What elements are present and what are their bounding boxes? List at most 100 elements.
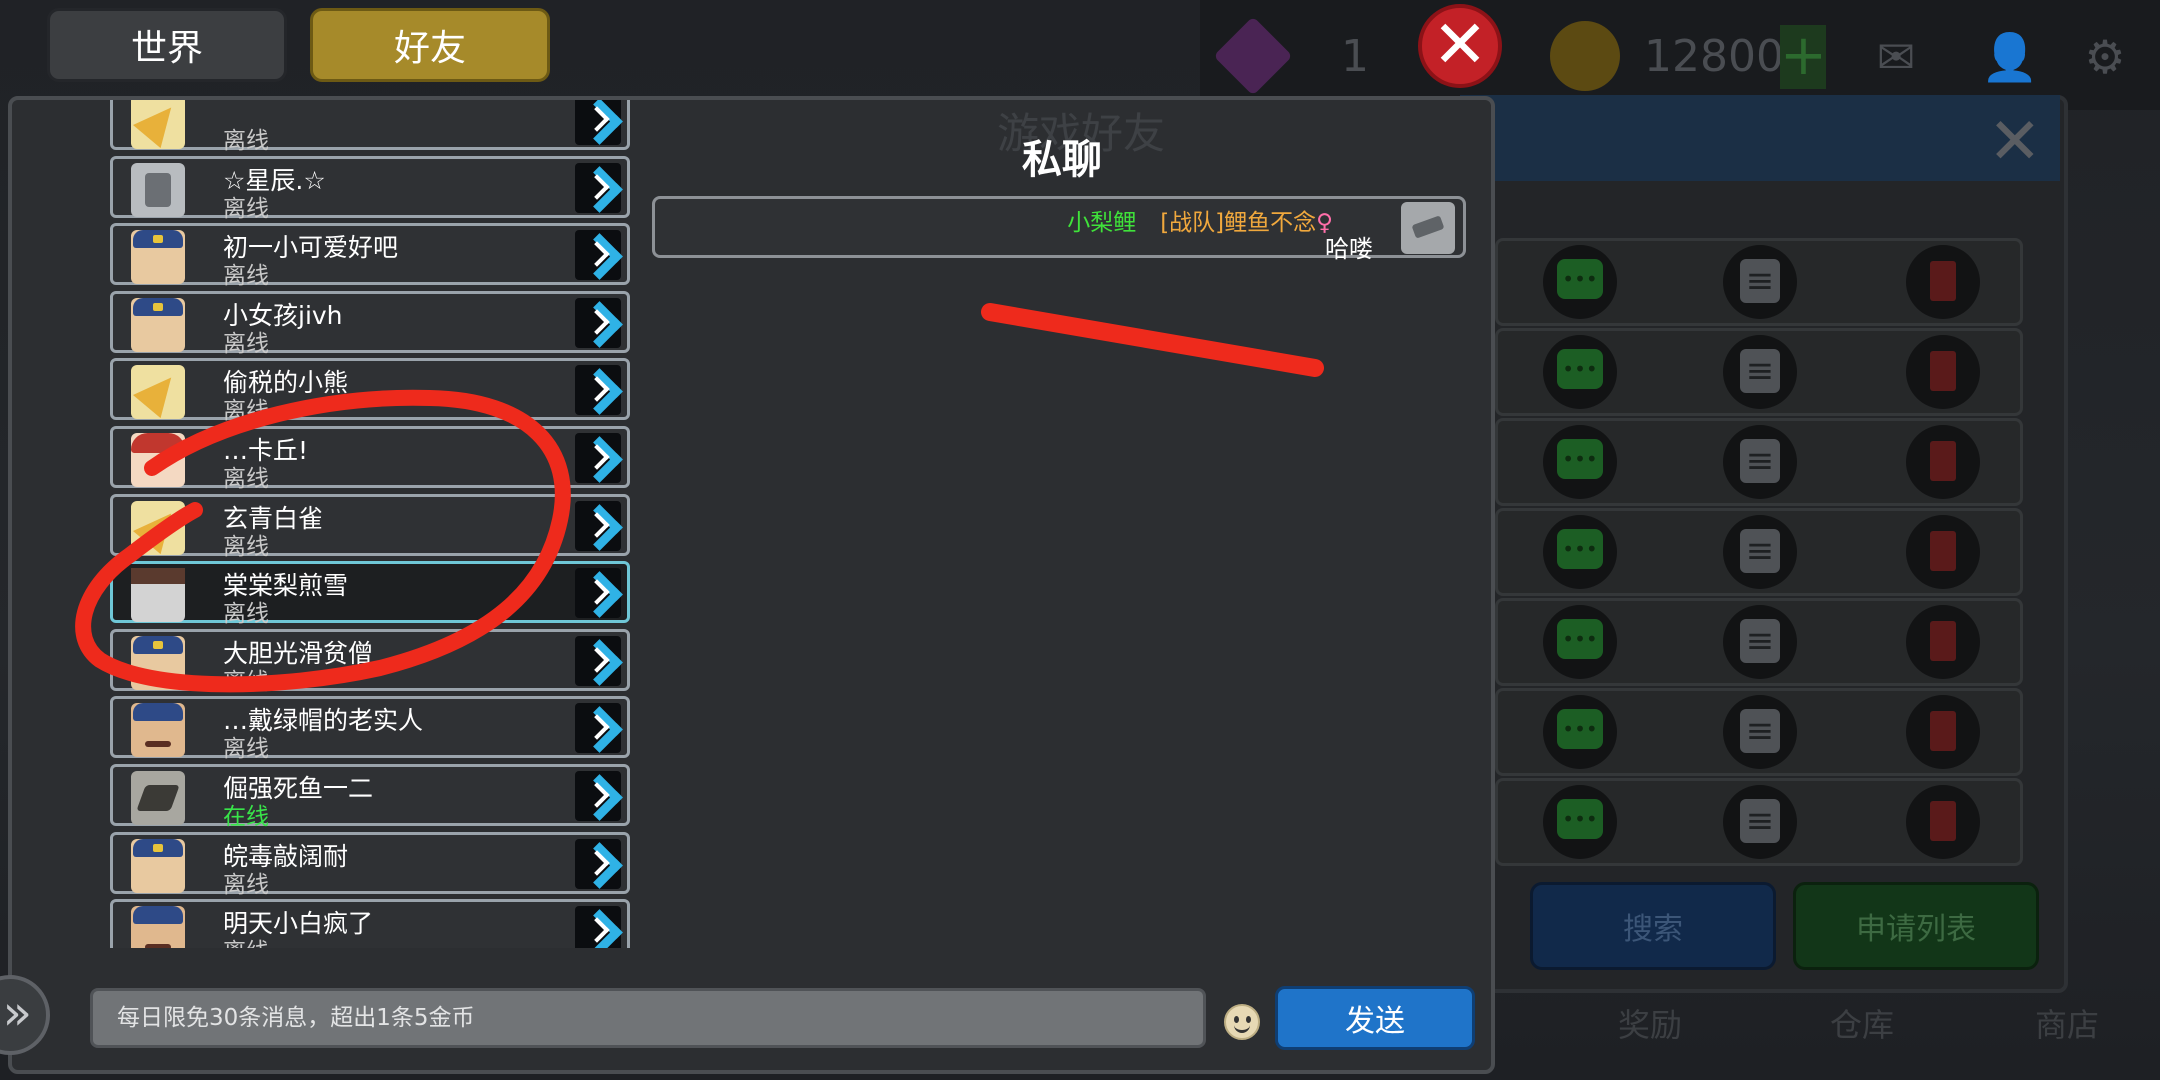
friend-status: 离线 bbox=[223, 932, 269, 948]
open-chat-arrow-icon[interactable] bbox=[575, 162, 621, 213]
friend-row[interactable]: ☆星辰.☆ 离线 bbox=[110, 155, 630, 222]
chat-message: 小梨鲤 [战队]鲤鱼不念♀ 哈喽 bbox=[652, 196, 1466, 263]
avatar-police-icon bbox=[131, 297, 185, 352]
add-coins-icon: + bbox=[1780, 23, 1827, 89]
list-icon bbox=[1723, 785, 1797, 859]
background-friend-row bbox=[1495, 508, 2023, 596]
sender-team: [战队]鲤鱼不念 bbox=[1160, 210, 1317, 236]
trash-icon bbox=[1906, 785, 1980, 859]
friend-status: 离线 bbox=[223, 330, 269, 357]
coin-icon bbox=[1550, 21, 1620, 91]
friend-status: 离线 bbox=[223, 736, 269, 763]
list-icon bbox=[1723, 245, 1797, 319]
open-chat-arrow-icon[interactable] bbox=[575, 906, 621, 948]
list-icon bbox=[1723, 695, 1797, 769]
background-friend-row bbox=[1495, 598, 2023, 686]
chat-bubble-icon bbox=[1543, 515, 1617, 589]
message-text: 哈喽 bbox=[1325, 235, 1373, 263]
friend-row[interactable]: 棠棠梨煎雪 离线 bbox=[110, 561, 630, 627]
friend-status: 离线 bbox=[223, 601, 269, 628]
avatar-mask-icon bbox=[131, 568, 185, 623]
background-nav-warehouse: 仓库 bbox=[1830, 1006, 1895, 1044]
open-chat-arrow-icon[interactable] bbox=[575, 100, 621, 145]
chat-title: 私聊 bbox=[1022, 137, 1102, 183]
sender-nickname[interactable]: 小梨鲤 bbox=[1067, 210, 1136, 236]
friend-status: 离线 bbox=[223, 668, 269, 695]
background-friend-row bbox=[1495, 238, 2023, 326]
background-friend-row bbox=[1495, 418, 2023, 506]
list-icon bbox=[1723, 605, 1797, 679]
sender-avatar[interactable] bbox=[1401, 202, 1455, 254]
list-icon bbox=[1723, 335, 1797, 409]
trash-icon bbox=[1906, 515, 1980, 589]
friend-status: 离线 bbox=[223, 263, 269, 290]
tab-world[interactable]: 世界 bbox=[47, 8, 287, 82]
avatar-mustache-icon bbox=[131, 703, 185, 758]
chat-bubble-icon bbox=[1543, 605, 1617, 679]
background-friend-row bbox=[1495, 778, 2023, 866]
friend-row[interactable]: 大胆光滑贫僧 离线 bbox=[110, 628, 630, 695]
friend-row[interactable]: 偷税的小熊 离线 bbox=[110, 358, 630, 424]
friend-row[interactable]: 倔强死鱼一二 在线 bbox=[110, 764, 630, 830]
open-chat-arrow-icon[interactable] bbox=[575, 635, 621, 686]
avatar-police-icon bbox=[131, 838, 185, 893]
send-button[interactable]: 发送 bbox=[1275, 986, 1475, 1050]
background-search-button: 搜索 bbox=[1530, 882, 1776, 970]
open-chat-arrow-icon[interactable] bbox=[575, 297, 621, 348]
mail-icon: ✉ bbox=[1876, 30, 1916, 84]
emoji-icon[interactable] bbox=[1224, 1004, 1260, 1040]
friend-status: 离线 bbox=[223, 398, 269, 425]
avatar-pizza-icon bbox=[131, 365, 185, 420]
chat-bubble-icon bbox=[1543, 245, 1617, 319]
chat-message-input[interactable]: 每日限免30条消息，超出1条5金币 bbox=[90, 988, 1206, 1048]
open-chat-arrow-icon[interactable] bbox=[575, 771, 621, 821]
avatar-robot-icon bbox=[131, 162, 185, 217]
settings-gear-icon: ⚙ bbox=[2084, 30, 2126, 84]
open-chat-arrow-icon[interactable] bbox=[575, 500, 621, 551]
open-chat-arrow-icon[interactable] bbox=[575, 703, 621, 754]
background-apply-list-button: 申请列表 bbox=[1793, 882, 2039, 970]
friend-row[interactable]: 小女孩jivh 离线 bbox=[110, 290, 630, 357]
friend-status: 离线 bbox=[223, 871, 269, 898]
friend-status: 离线 bbox=[223, 533, 269, 560]
avatar-police-icon bbox=[131, 230, 185, 285]
avatar-pizza-icon bbox=[131, 100, 185, 149]
friend-row[interactable]: 玄青白雀 离线 bbox=[110, 493, 630, 560]
list-icon bbox=[1723, 425, 1797, 499]
trash-icon bbox=[1906, 425, 1980, 499]
friend-row[interactable]: 明天小白疯了离线 bbox=[110, 899, 630, 948]
avatar-police-icon bbox=[131, 635, 185, 690]
background-nav-shop: 商店 bbox=[2035, 1006, 2100, 1044]
avatar-pizza-icon bbox=[131, 500, 185, 555]
friend-row[interactable]: 初一小可爱好吧 离线 bbox=[110, 223, 630, 289]
friend-row[interactable]: …戴绿帽的老实人 离线 bbox=[110, 696, 630, 762]
tab-friends[interactable]: 好友 bbox=[310, 8, 550, 82]
trash-icon bbox=[1906, 335, 1980, 409]
chat-bubble-icon bbox=[1543, 425, 1617, 499]
private-chat-modal: 离线 ☆星辰.☆ 离线 初一小可爱好吧 离线 小女孩jivh 离线 偷税的小熊 离线 …卡丘! 离线… bbox=[8, 96, 1495, 1074]
friend-status: 离线 bbox=[223, 466, 269, 492]
chat-bubble-icon bbox=[1543, 785, 1617, 859]
gem-icon bbox=[1213, 16, 1293, 96]
open-chat-arrow-icon[interactable] bbox=[575, 433, 621, 483]
background-friend-row bbox=[1495, 328, 2023, 416]
avatar-mustache-icon bbox=[131, 906, 185, 948]
gem-counter: 1 bbox=[1213, 16, 1425, 96]
friend-status: 在线 bbox=[223, 804, 269, 830]
background-friend-row bbox=[1495, 688, 2023, 776]
background-close-icon: ✕ bbox=[1988, 105, 2042, 179]
friend-row[interactable]: 离线 bbox=[110, 100, 630, 154]
avatar-boat-icon bbox=[131, 771, 185, 825]
friend-row[interactable]: …卡丘! 离线 bbox=[110, 426, 630, 492]
trash-icon bbox=[1906, 605, 1980, 679]
friend-status: 离线 bbox=[223, 195, 269, 222]
open-chat-arrow-icon[interactable] bbox=[575, 838, 621, 889]
friend-status: 离线 bbox=[223, 128, 269, 154]
close-button[interactable]: ✕ bbox=[1418, 4, 1502, 88]
open-chat-arrow-icon[interactable] bbox=[575, 230, 621, 281]
friend-list[interactable]: 离线 ☆星辰.☆ 离线 初一小可爱好吧 离线 小女孩jivh 离线 偷税的小熊 离线 …卡丘! 离线… bbox=[100, 100, 640, 948]
open-chat-arrow-icon[interactable] bbox=[575, 365, 621, 416]
friend-row[interactable]: 皖毒敲阔耐 离线 bbox=[110, 831, 630, 898]
open-chat-arrow-icon[interactable] bbox=[575, 568, 621, 619]
chat-bubble-icon bbox=[1543, 335, 1617, 409]
